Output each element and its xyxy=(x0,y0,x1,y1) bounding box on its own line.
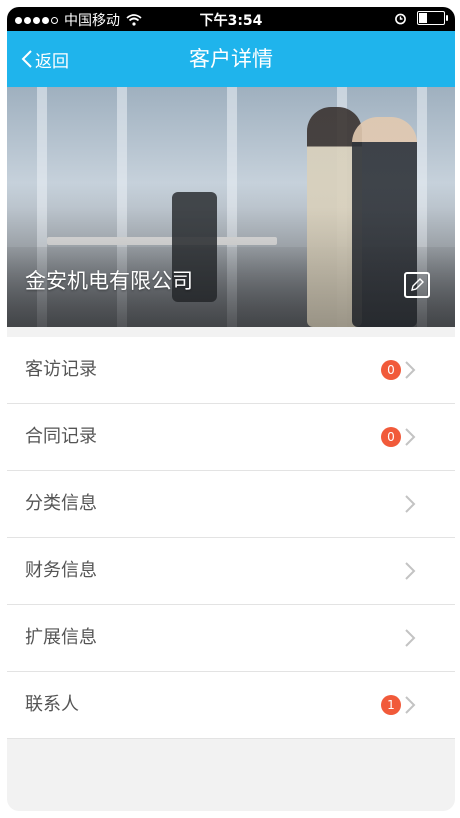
menu-item-label: 联系人 xyxy=(25,694,79,715)
count-badge: 1 xyxy=(381,695,401,715)
status-right xyxy=(394,11,448,25)
edit-icon[interactable] xyxy=(404,272,430,298)
chevron-right-icon xyxy=(405,562,416,580)
chevron-right-icon xyxy=(405,495,416,513)
alarm-clock-icon xyxy=(395,13,406,24)
status-bar: 中国移动 下午3:54 xyxy=(7,7,455,31)
page-title: 客户详情 xyxy=(189,47,273,71)
menu-item-contacts[interactable]: 联系人 1 xyxy=(7,672,455,739)
menu-item-finance-info[interactable]: 财务信息 xyxy=(7,538,455,605)
menu-item-label: 客访记录 xyxy=(25,359,97,380)
menu-item-contract-records[interactable]: 合同记录 0 xyxy=(7,404,455,471)
menu-item-label: 分类信息 xyxy=(25,493,97,514)
chevron-right-icon xyxy=(405,428,416,446)
menu-item-label: 扩展信息 xyxy=(25,627,97,648)
menu-item-visit-records[interactable]: 客访记录 0 xyxy=(7,337,455,404)
phone-screen: 中国移动 下午3:54 返回 客户详情 金安机电有限公司 客访记录 0 合同记录… xyxy=(7,7,455,811)
chevron-right-icon xyxy=(405,696,416,714)
navigation-bar: 返回 客户详情 xyxy=(7,31,455,87)
count-badge: 0 xyxy=(381,427,401,447)
status-time: 下午3:54 xyxy=(199,13,263,29)
chevron-right-icon xyxy=(405,361,416,379)
menu-item-extended-info[interactable]: 扩展信息 xyxy=(7,605,455,672)
detail-menu-list: 客访记录 0 合同记录 0 分类信息 财务信息 扩展信息 联系人 1 xyxy=(7,337,455,739)
menu-item-label: 合同记录 xyxy=(25,426,97,447)
company-name: 金安机电有限公司 xyxy=(25,269,193,293)
count-badge: 0 xyxy=(381,360,401,380)
menu-item-label: 财务信息 xyxy=(25,560,97,581)
menu-item-category-info[interactable]: 分类信息 xyxy=(7,471,455,538)
chevron-right-icon xyxy=(405,629,416,647)
battery-icon xyxy=(417,11,448,25)
